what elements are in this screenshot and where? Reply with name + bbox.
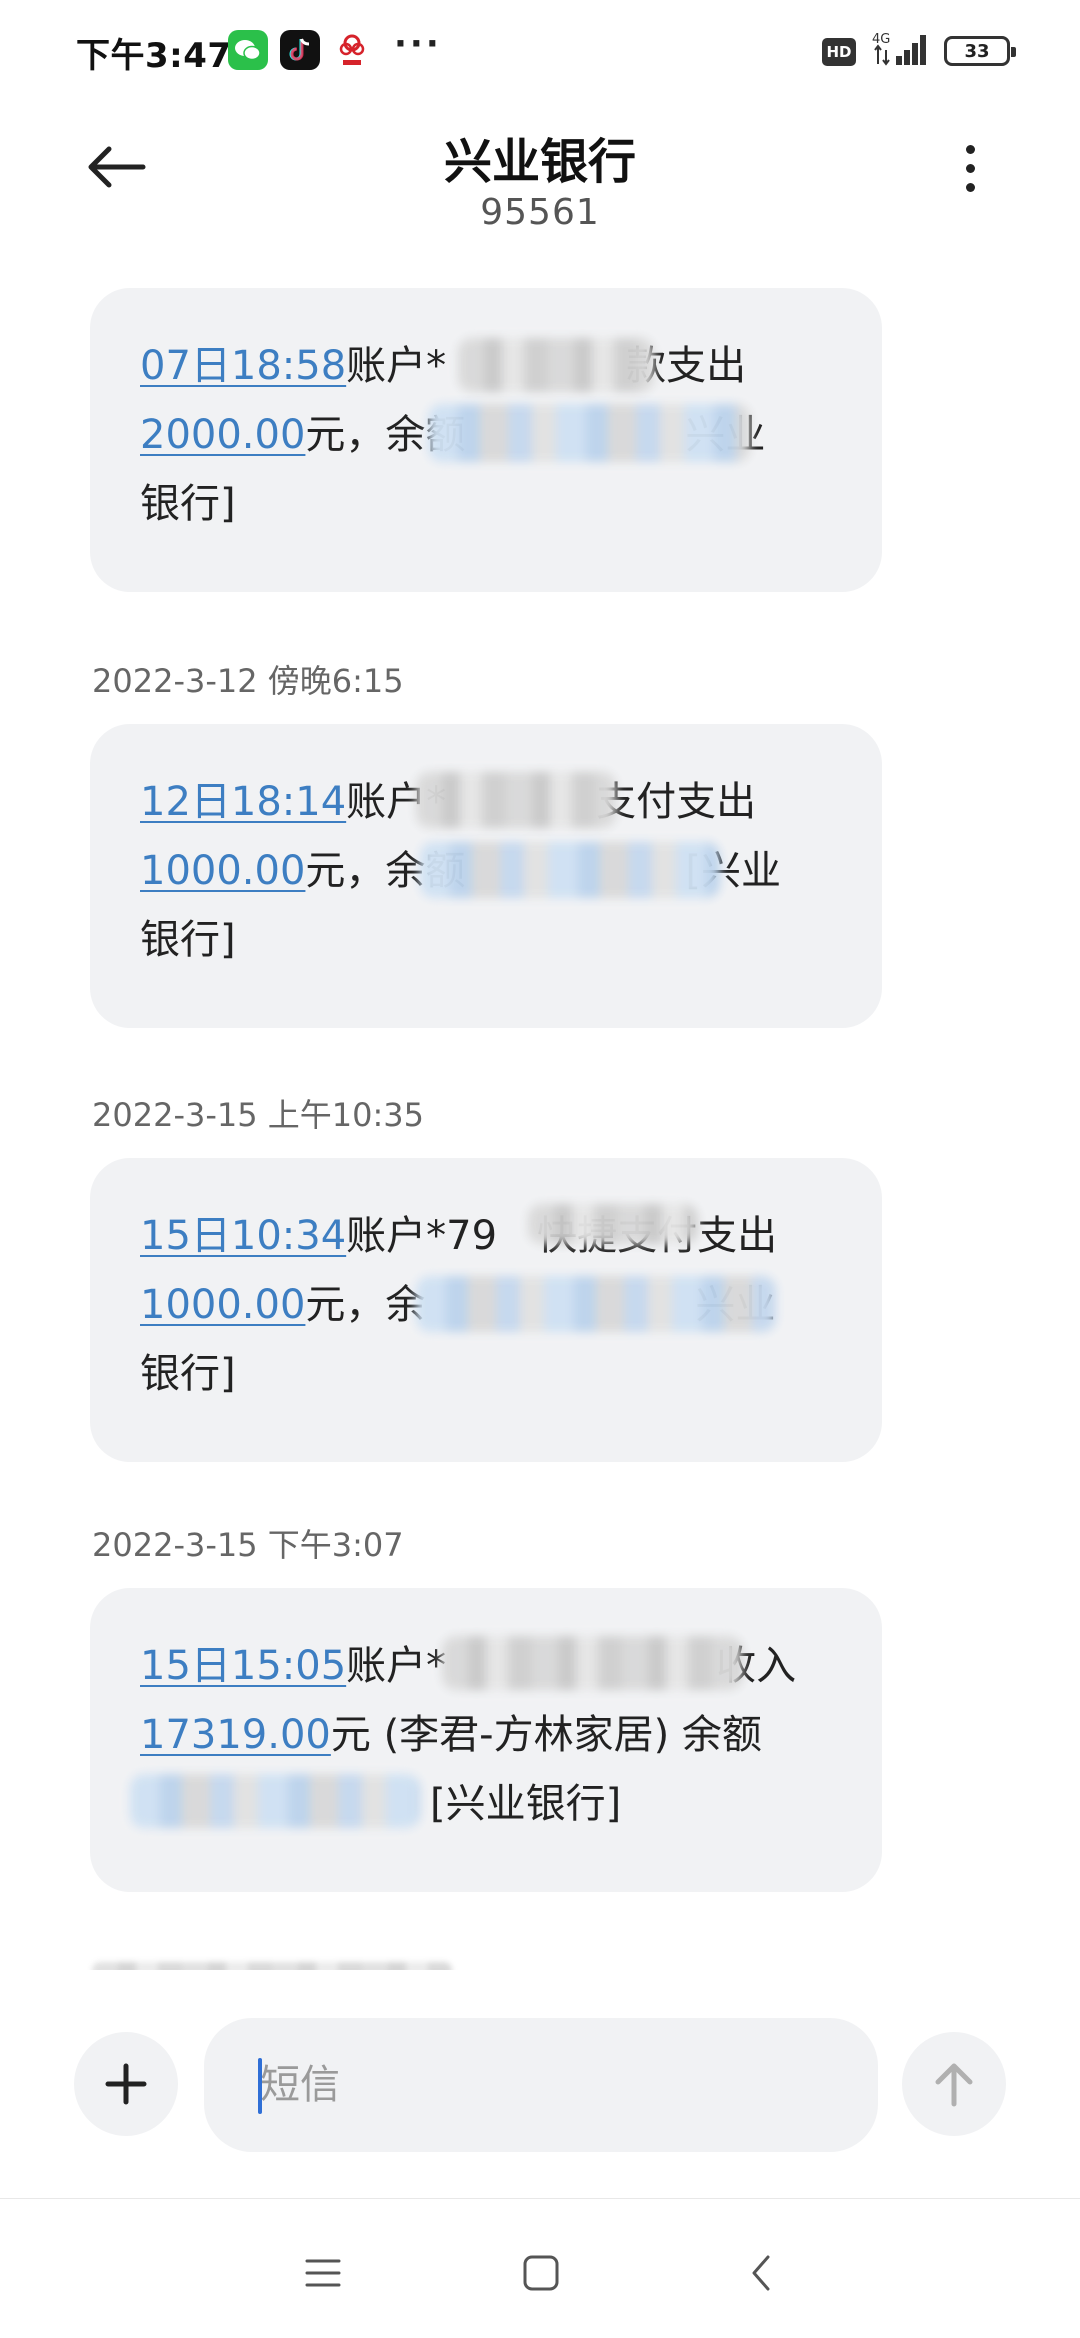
more-notifications-icon: ··· <box>394 24 442 64</box>
china-unicom-icon <box>332 30 372 70</box>
square-icon <box>523 2255 559 2291</box>
conversation-header: 兴业银行 95561 <box>0 110 1080 260</box>
redacted-region <box>458 338 654 392</box>
arrow-up-icon <box>935 2063 973 2107</box>
add-attachment-button[interactable] <box>74 2032 178 2136</box>
message-amount-link[interactable]: 17319.00 <box>140 1712 331 1758</box>
recent-apps-button[interactable] <box>288 2238 358 2308</box>
redacted-region <box>416 772 616 828</box>
more-options-button[interactable] <box>950 130 990 206</box>
message-bubble[interactable]: 15日10:34账户*79快捷支付支出 1000.00元，余兴业 银行] <box>90 1158 882 1462</box>
message-time-link[interactable]: 15日10:34 <box>140 1213 346 1259</box>
network-type-label: 4G <box>872 32 890 47</box>
divider <box>0 2198 1080 2199</box>
message-time-link[interactable]: 12日18:14 <box>140 779 346 825</box>
redacted-region <box>92 1962 452 1970</box>
system-navigation-bar <box>0 2198 1080 2338</box>
redacted-region <box>528 1204 698 1244</box>
status-bar: 下午3:47 ··· HD 4G 33 <box>0 0 1080 110</box>
message-time-link[interactable]: 07日18:58 <box>140 343 346 389</box>
status-time: 下午3:47 <box>76 36 232 76</box>
menu-icon <box>305 2259 341 2287</box>
redacted-region <box>130 1774 420 1828</box>
compose-bar <box>0 2010 1080 2160</box>
sms-conversation-screen: 下午3:47 ··· HD 4G 33 兴业银行 95561 07日18:58账… <box>0 0 1080 2338</box>
tiktok-icon <box>280 30 320 70</box>
message-timestamp: 2022-3-12 傍晚6:15 <box>92 662 404 700</box>
system-back-button[interactable] <box>726 2238 796 2308</box>
send-button[interactable] <box>902 2032 1006 2136</box>
message-bubble[interactable]: 07日18:58账户*款支出 2000.00元，余额兴业 银行] <box>90 288 882 592</box>
battery-icon: 33 <box>944 36 1016 66</box>
redacted-region <box>428 404 750 462</box>
more-vertical-icon <box>965 144 975 154</box>
contact-name: 兴业银行 <box>443 134 636 190</box>
message-bubble[interactable]: 12日18:14账户* 支付支出 1000.00元，余额 [兴业 银行] <box>90 724 882 1028</box>
message-timestamp: 2022-3-15 下午3:07 <box>92 1526 404 1564</box>
hd-voice-icon: HD <box>822 38 856 66</box>
message-list[interactable]: 07日18:58账户*款支出 2000.00元，余额兴业 银行] 2022-3-… <box>0 270 1080 1970</box>
message-bubble[interactable]: 15日15:05账户* 收入 17319.00元 (李君-方林家居) 余额 [兴业… <box>90 1588 882 1892</box>
text-caret <box>258 2058 262 2114</box>
message-input[interactable] <box>204 2018 878 2152</box>
redacted-region <box>420 842 720 898</box>
message-timestamp: 2022-3-15 上午10:35 <box>92 1096 425 1134</box>
message-amount-link[interactable]: 2000.00 <box>140 412 305 458</box>
home-button[interactable] <box>506 2238 576 2308</box>
wechat-icon <box>228 30 268 70</box>
redacted-region <box>442 1636 742 1690</box>
chevron-left-icon <box>752 2255 770 2291</box>
message-amount-link[interactable]: 1000.00 <box>140 1282 305 1328</box>
signal-strength-icon: 4G <box>872 30 932 68</box>
plus-icon <box>105 2063 147 2105</box>
message-time-link[interactable]: 15日15:05 <box>140 1643 346 1689</box>
contact-number: 95561 <box>480 192 600 233</box>
message-amount-link[interactable]: 1000.00 <box>140 848 305 894</box>
redacted-region <box>416 1276 776 1332</box>
